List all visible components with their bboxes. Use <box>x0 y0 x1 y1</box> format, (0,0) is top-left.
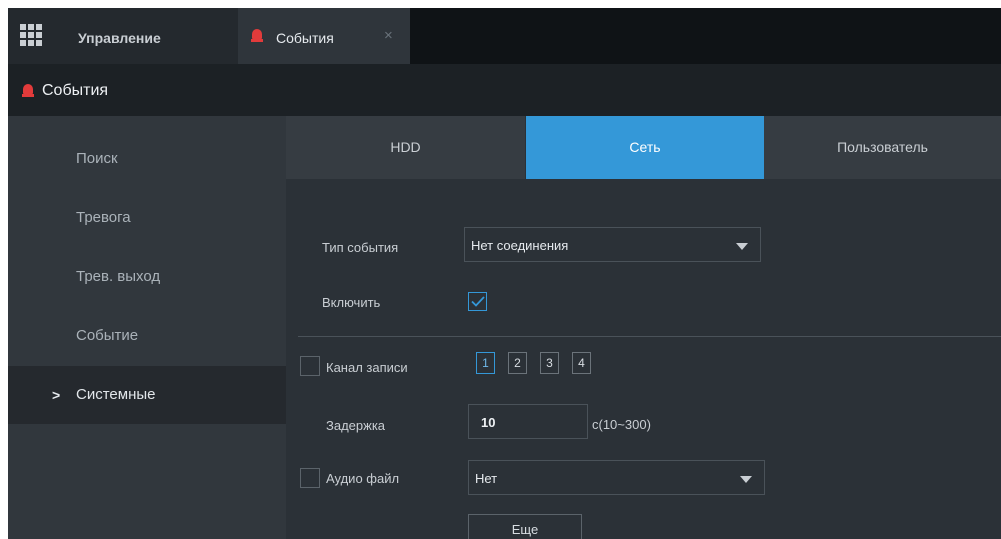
record-channel-checkbox[interactable] <box>300 356 320 376</box>
channel-1-button[interactable]: 1 <box>476 352 495 374</box>
channel-3-button[interactable]: 3 <box>540 352 559 374</box>
audio-file-label: Аудио файл <box>326 471 400 486</box>
more-button[interactable]: Еще <box>468 514 582 539</box>
sidebar-item-label: Поиск <box>76 150 118 167</box>
enable-label: Включить <box>322 295 381 310</box>
chevron-right-icon: > <box>52 387 61 403</box>
audio-file-value: Нет <box>475 471 498 486</box>
tab-events-label: События <box>276 30 334 46</box>
grid-menu-icon <box>20 24 42 46</box>
tab-user[interactable]: Пользователь <box>764 116 1001 179</box>
enable-checkbox[interactable] <box>468 292 487 311</box>
event-type-label: Тип события <box>322 240 399 255</box>
delay-label: Задержка <box>326 418 386 433</box>
sidebar-item-label: Тревога <box>76 209 131 226</box>
channel-4-button[interactable]: 4 <box>572 352 591 374</box>
sidebar-item-label: Системные <box>76 386 156 403</box>
tab-manage-label: Управление <box>78 30 161 46</box>
caret-down-icon <box>740 476 752 483</box>
app-window: Управление События × События Поиск Трево… <box>8 8 1001 539</box>
delay-unit: с(10~300) <box>592 417 651 432</box>
tab-label: HDD <box>390 139 421 155</box>
sidebar-item-alarm[interactable]: Тревога <box>8 184 286 242</box>
top-tab-bar: Управление События × <box>8 8 1001 64</box>
tab-label: Сеть <box>629 139 661 155</box>
tab-hdd[interactable]: HDD <box>286 116 525 179</box>
sidebar-item-event[interactable]: Событие <box>8 300 286 358</box>
channel-2-button[interactable]: 2 <box>508 352 527 374</box>
delay-value: 10 <box>481 415 496 430</box>
checkmark-icon <box>471 296 485 307</box>
alarm-icon <box>251 29 263 42</box>
sidebar: Поиск Тревога Трев. выход Событие > Сист… <box>8 116 286 539</box>
sidebar-item-system[interactable]: > Системные <box>8 366 286 424</box>
sidebar-item-search[interactable]: Поиск <box>8 126 286 184</box>
tab-manage[interactable]: Управление <box>8 8 238 64</box>
audio-file-checkbox[interactable] <box>300 468 320 488</box>
alarm-icon <box>22 84 34 97</box>
caret-down-icon <box>736 243 748 250</box>
sidebar-item-label: Трев. выход <box>76 268 161 285</box>
close-icon[interactable]: × <box>384 27 393 44</box>
delay-input[interactable]: 10 <box>468 404 588 439</box>
tab-label: Пользователь <box>837 139 928 155</box>
content-tabs: HDD Сеть Пользователь <box>286 116 1001 179</box>
sidebar-item-alarm-output[interactable]: Трев. выход <box>8 242 286 300</box>
tab-events[interactable]: События × <box>238 8 410 64</box>
main-content: HDD Сеть Пользователь Тип события Нет со… <box>286 116 1001 539</box>
divider <box>298 336 1001 337</box>
page-title: События <box>42 82 109 99</box>
audio-file-select[interactable]: Нет <box>468 460 765 495</box>
sidebar-item-label: Событие <box>76 327 139 344</box>
page-header: События <box>8 64 1001 116</box>
event-type-value: Нет соединения <box>471 238 569 253</box>
event-type-select[interactable]: Нет соединения <box>464 227 761 262</box>
record-channel-label: Канал записи <box>326 360 408 375</box>
tab-network[interactable]: Сеть <box>526 116 764 179</box>
